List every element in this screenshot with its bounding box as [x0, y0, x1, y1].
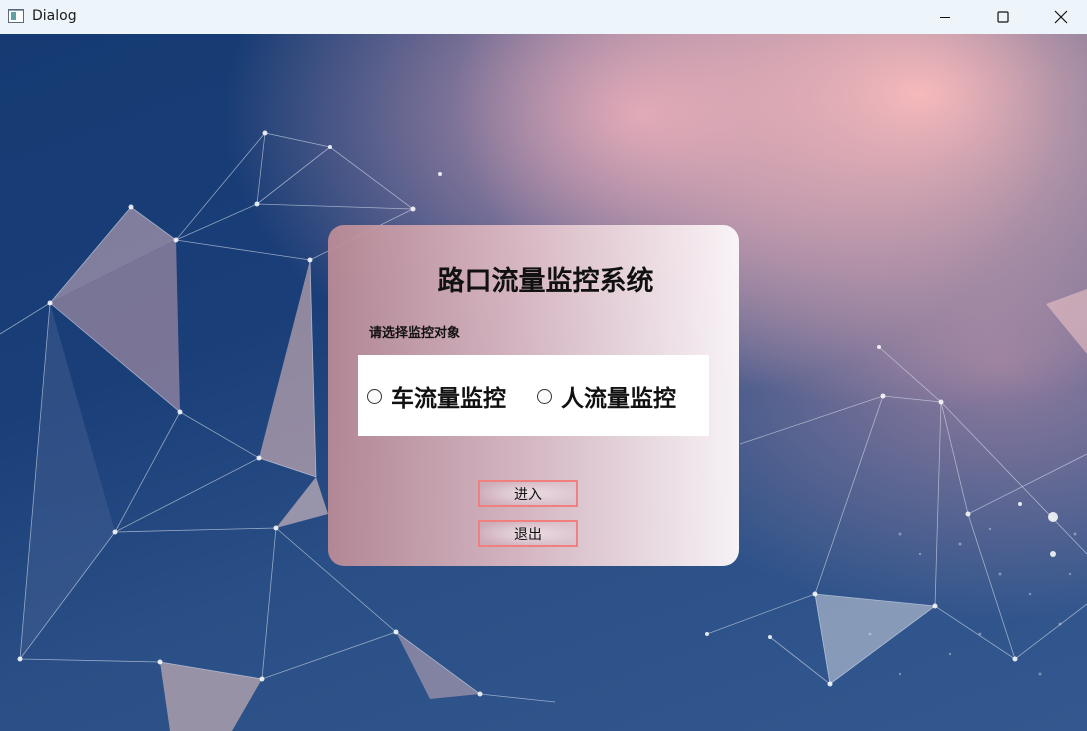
login-card: 路口流量监控系统 请选择监控对象 车流量监控 人流量监控 进入 退出 [328, 225, 739, 566]
maximize-button[interactable] [974, 0, 1032, 34]
window-titlebar: Dialog [0, 0, 1087, 34]
minimize-icon [940, 17, 950, 18]
radio-pedestrian-flow-label: 人流量监控 [561, 386, 676, 412]
select-prompt-label: 请选择监控对象 [369, 326, 461, 341]
radio-pedestrian-flow[interactable]: 人流量监控 [537, 379, 676, 413]
monitor-type-group: 车流量监控 人流量监控 [358, 355, 709, 436]
dialog-background: 路口流量监控系统 请选择监控对象 车流量监控 人流量监控 进入 退出 [0, 34, 1087, 731]
app-window-icon [8, 9, 24, 23]
maximize-icon [997, 11, 1009, 23]
enter-button[interactable]: 进入 [478, 480, 578, 507]
radio-car-flow-label: 车流量监控 [391, 386, 506, 412]
close-button[interactable] [1032, 0, 1087, 34]
radio-circle-icon[interactable] [537, 388, 552, 404]
close-icon [1054, 10, 1068, 24]
radio-circle-icon[interactable] [367, 388, 382, 404]
window-title: Dialog [32, 8, 77, 24]
radio-car-flow[interactable]: 车流量监控 [367, 379, 506, 413]
exit-button[interactable]: 退出 [478, 520, 578, 547]
minimize-button[interactable] [916, 0, 974, 34]
page-title: 路口流量监控系统 [437, 266, 654, 297]
